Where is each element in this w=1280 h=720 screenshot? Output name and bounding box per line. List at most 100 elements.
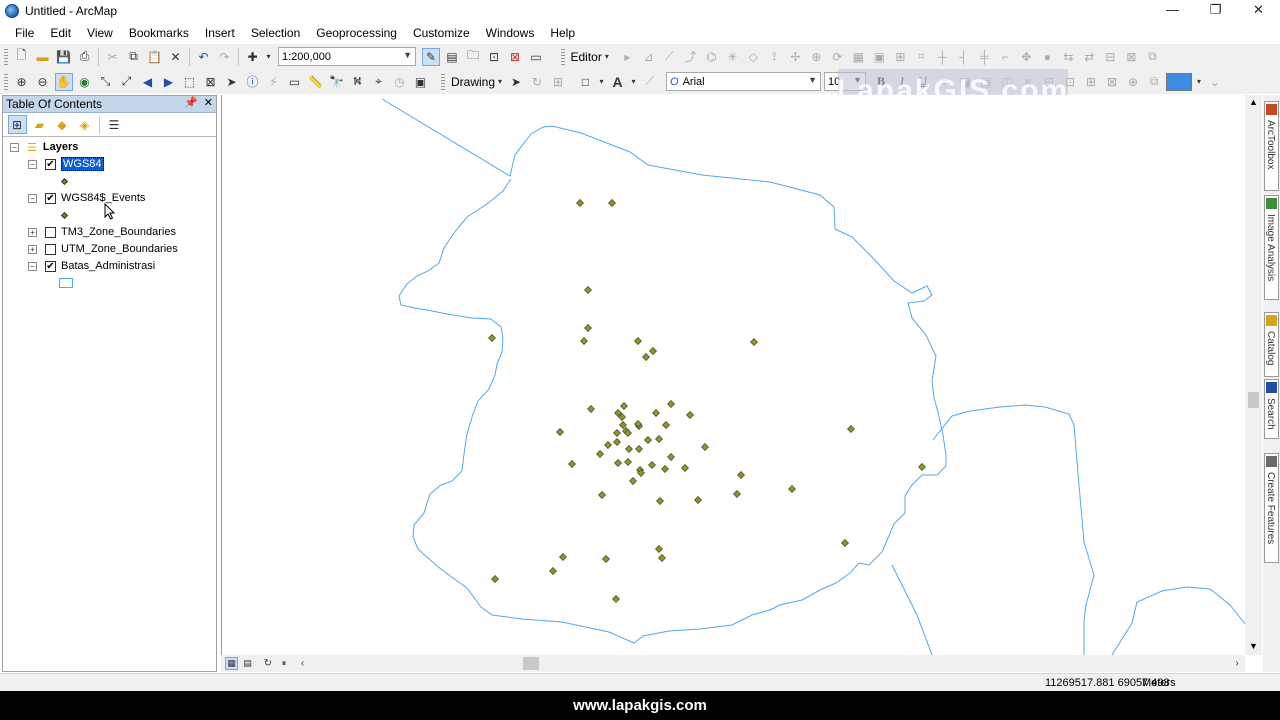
collapse-icon[interactable]: − bbox=[28, 261, 37, 271]
list-by-drawing-order-icon[interactable]: ⊞ bbox=[7, 115, 27, 134]
dock-tab-catalog[interactable]: Catalog bbox=[1264, 312, 1279, 377]
dock-tab-image-analysis[interactable]: Image Analysis bbox=[1264, 195, 1279, 300]
expand-icon[interactable]: + bbox=[28, 244, 37, 254]
hyperlink-icon[interactable]: ⚡ bbox=[265, 73, 283, 91]
layer-visibility-checkbox[interactable]: ✔ bbox=[45, 192, 56, 204]
dock-tab-search[interactable]: Search bbox=[1264, 379, 1279, 439]
layout-view-icon[interactable]: ▤ bbox=[241, 657, 254, 670]
layer-name[interactable]: TM3_Zone_Boundaries bbox=[61, 226, 176, 238]
order-icon[interactable]: ⊠ bbox=[1103, 73, 1121, 91]
time-slider-icon[interactable]: ◷ bbox=[391, 73, 409, 91]
event-point[interactable] bbox=[847, 425, 855, 433]
snapping-vertex-icon[interactable]: ╪ bbox=[975, 48, 993, 66]
scroll-down-icon[interactable]: ▼ bbox=[1249, 641, 1258, 651]
toolbar-grip[interactable] bbox=[4, 48, 8, 65]
event-point[interactable] bbox=[681, 464, 689, 472]
cut-polygons-icon[interactable]: ✢ bbox=[786, 48, 804, 66]
event-point[interactable] bbox=[598, 491, 606, 499]
layer-symbol-row[interactable] bbox=[60, 173, 69, 189]
table-tool-icon[interactable]: ⊠ bbox=[1122, 48, 1140, 66]
event-point[interactable] bbox=[488, 334, 496, 342]
list-by-source-icon[interactable]: ▰ bbox=[30, 115, 49, 134]
event-point[interactable] bbox=[655, 435, 663, 443]
event-point[interactable] bbox=[652, 409, 660, 417]
menu-help[interactable]: Help bbox=[542, 22, 583, 44]
editor-toolbar-icon[interactable]: ✎ bbox=[422, 47, 440, 66]
map-canvas[interactable] bbox=[222, 95, 1245, 655]
toolbar-grip[interactable] bbox=[560, 48, 565, 65]
trace-icon[interactable]: ⌬ bbox=[702, 48, 720, 66]
copy-icon[interactable]: ⧉ bbox=[125, 48, 143, 66]
boundary-polygon[interactable] bbox=[932, 404, 1095, 655]
menu-selection[interactable]: Selection bbox=[243, 22, 308, 44]
toc-options-icon[interactable]: ☰ bbox=[105, 115, 124, 134]
clear-selection-icon[interactable]: ⊠ bbox=[202, 73, 220, 91]
edit-vertices-icon[interactable]: ◇ bbox=[744, 48, 762, 66]
select-elements-pointer-icon[interactable]: ➤ bbox=[507, 73, 525, 91]
event-point[interactable] bbox=[841, 539, 849, 547]
measure-icon[interactable]: 📏 bbox=[307, 73, 325, 91]
table-of-contents-icon[interactable]: ▤ bbox=[443, 48, 461, 66]
attributes-icon[interactable]: ▦ bbox=[849, 48, 867, 66]
menu-windows[interactable]: Windows bbox=[478, 22, 543, 44]
event-point[interactable] bbox=[549, 567, 557, 575]
endpoint-arc-icon[interactable]: ⤴ bbox=[681, 48, 699, 66]
event-point[interactable] bbox=[604, 441, 612, 449]
layer-name[interactable]: Batas_Administrasi bbox=[61, 260, 155, 272]
layer-visibility-checkbox[interactable]: ✔ bbox=[45, 260, 56, 272]
georef-icon[interactable]: ⇆ bbox=[1059, 48, 1077, 66]
snapping-end-icon[interactable]: ┤ bbox=[954, 48, 972, 66]
event-point[interactable] bbox=[587, 405, 595, 413]
add-data-dropdown-icon[interactable]: ▾ bbox=[265, 48, 273, 66]
event-point[interactable] bbox=[556, 428, 564, 436]
map-vertical-scrollbar[interactable]: ▲ ▼ bbox=[1245, 95, 1262, 655]
boundary-polygon[interactable] bbox=[891, 564, 933, 655]
edit-tool-icon[interactable]: ▸ bbox=[618, 48, 636, 66]
pan-hand-icon[interactable]: ✋ bbox=[54, 72, 73, 91]
menu-customize[interactable]: Customize bbox=[405, 22, 478, 44]
find-icon[interactable]: 🔭 bbox=[328, 73, 346, 91]
toolbar-grip[interactable] bbox=[4, 73, 8, 90]
globe-tool-icon[interactable]: ● bbox=[1038, 48, 1056, 66]
new-document-icon[interactable]: 🗋 bbox=[13, 48, 31, 66]
goto-xy-icon[interactable]: ⌖ bbox=[370, 73, 388, 91]
menu-file[interactable]: File bbox=[7, 22, 42, 44]
drawing-dropdown-icon[interactable]: ▾ bbox=[496, 73, 504, 91]
event-point[interactable] bbox=[648, 461, 656, 469]
layer-row-wgs84[interactable]: − ✔ WGS84 bbox=[28, 156, 104, 172]
identify-icon[interactable]: ⓘ bbox=[244, 73, 262, 91]
fill-color-swatch-icon[interactable] bbox=[1166, 72, 1193, 91]
back-extent-icon[interactable]: ◀ bbox=[139, 73, 157, 91]
layers-root-row[interactable]: − ☰ Layers bbox=[10, 139, 78, 155]
boundary-polygon[interactable] bbox=[1111, 586, 1245, 655]
zoom-out-icon[interactable]: ⊖ bbox=[34, 73, 52, 91]
event-point[interactable] bbox=[694, 496, 702, 504]
split-tool-icon[interactable]: ⊕ bbox=[807, 48, 825, 66]
event-point[interactable] bbox=[649, 347, 657, 355]
delete-icon[interactable]: ✕ bbox=[167, 48, 185, 66]
create-features-icon[interactable]: ⊞ bbox=[891, 48, 909, 66]
arctoolbox-icon[interactable]: ⊠ bbox=[506, 48, 524, 66]
collapse-icon[interactable]: − bbox=[10, 142, 19, 152]
snapping-point-icon[interactable]: ┼ bbox=[933, 48, 951, 66]
event-point[interactable] bbox=[608, 199, 616, 207]
data-view-icon[interactable]: ▦ bbox=[225, 657, 238, 670]
restore-button[interactable]: ❐ bbox=[1194, 0, 1237, 22]
close-button[interactable]: ✕ bbox=[1237, 0, 1280, 22]
rectangle-tool-icon[interactable]: □ bbox=[577, 73, 595, 91]
horizontal-scroll-thumb[interactable] bbox=[523, 657, 539, 670]
event-point[interactable] bbox=[602, 555, 610, 563]
event-point[interactable] bbox=[613, 429, 621, 437]
event-point[interactable] bbox=[576, 199, 584, 207]
pin-icon[interactable]: 📌 bbox=[184, 96, 198, 109]
editor-menu[interactable]: Editor bbox=[568, 50, 605, 64]
event-point[interactable] bbox=[644, 436, 652, 444]
layer-symbol-row[interactable] bbox=[59, 275, 73, 291]
select-elements-icon[interactable]: ➤ bbox=[223, 73, 241, 91]
scroll-right-icon[interactable]: › bbox=[1231, 657, 1244, 670]
menu-bookmarks[interactable]: Bookmarks bbox=[121, 22, 197, 44]
event-point[interactable] bbox=[737, 471, 745, 479]
layer-visibility-checkbox[interactable] bbox=[45, 226, 56, 238]
collapse-icon[interactable]: − bbox=[28, 193, 37, 203]
menu-insert[interactable]: Insert bbox=[197, 22, 243, 44]
